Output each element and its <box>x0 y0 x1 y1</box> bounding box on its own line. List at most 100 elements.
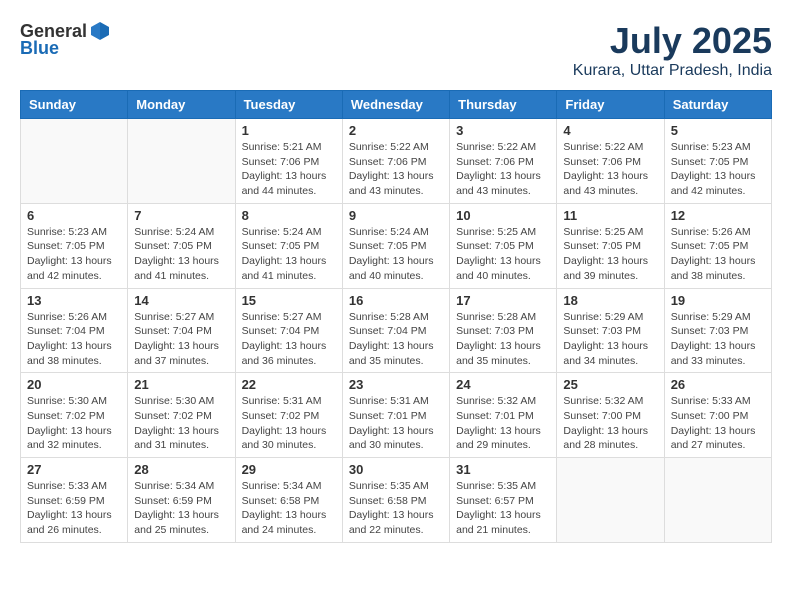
calendar-cell: 27Sunrise: 5:33 AM Sunset: 6:59 PM Dayli… <box>21 458 128 543</box>
location-title: Kurara, Uttar Pradesh, India <box>573 62 772 80</box>
calendar-cell <box>21 119 128 204</box>
calendar-cell: 9 Sunrise: 5:24 AM Sunset: 7:05 PM Daylig… <box>342 203 449 288</box>
calendar-cell: 6Sunrise: 5:23 AM Sunset: 7:05 PM Daylig… <box>21 203 128 288</box>
calendar-cell: 23 Sunrise: 5:31 AM Sunset: 7:01 PM Dayli… <box>342 373 449 458</box>
day-info: Sunrise: 5:21 AM Sunset: 7:06 PM Dayligh… <box>242 140 336 199</box>
logo-blue: Blue <box>20 38 59 59</box>
calendar-week-row: 27Sunrise: 5:33 AM Sunset: 6:59 PM Dayli… <box>21 458 772 543</box>
calendar-cell: 21Sunrise: 5:30 AM Sunset: 7:02 PM Dayli… <box>128 373 235 458</box>
calendar-cell: 30 Sunrise: 5:35 AM Sunset: 6:58 PM Dayli… <box>342 458 449 543</box>
day-info: Sunrise: 5:31 AM Sunset: 7:02 PM Dayligh… <box>242 394 336 453</box>
calendar-cell: 20 Sunrise: 5:30 AM Sunset: 7:02 PM Dayli… <box>21 373 128 458</box>
day-info: Sunrise: 5:28 AM Sunset: 7:03 PM Dayligh… <box>456 310 550 369</box>
day-info: Sunrise: 5:23 AM Sunset: 7:05 PM Dayligh… <box>27 225 121 284</box>
calendar-cell: 8 Sunrise: 5:24 AM Sunset: 7:05 PM Daylig… <box>235 203 342 288</box>
calendar-cell: 26 Sunrise: 5:33 AM Sunset: 7:00 PM Dayli… <box>664 373 771 458</box>
day-number: 31 <box>456 462 550 477</box>
day-number: 19 <box>671 293 765 308</box>
day-info: Sunrise: 5:22 AM Sunset: 7:06 PM Dayligh… <box>456 140 550 199</box>
day-info: Sunrise: 5:28 AM Sunset: 7:04 PM Dayligh… <box>349 310 443 369</box>
day-info: Sunrise: 5:24 AM Sunset: 7:05 PM Dayligh… <box>242 225 336 284</box>
calendar-cell: 22 Sunrise: 5:31 AM Sunset: 7:02 PM Dayli… <box>235 373 342 458</box>
day-number: 26 <box>671 377 765 392</box>
calendar-cell: 2 Sunrise: 5:22 AM Sunset: 7:06 PM Daylig… <box>342 119 449 204</box>
day-number: 14 <box>134 293 228 308</box>
calendar-week-row: 1Sunrise: 5:21 AM Sunset: 7:06 PM Daylig… <box>21 119 772 204</box>
day-of-week-header: Saturday <box>664 91 771 119</box>
day-info: Sunrise: 5:30 AM Sunset: 7:02 PM Dayligh… <box>27 394 121 453</box>
title-area: July 2025 Kurara, Uttar Pradesh, India <box>573 20 772 80</box>
day-number: 16 <box>349 293 443 308</box>
day-info: Sunrise: 5:22 AM Sunset: 7:06 PM Dayligh… <box>349 140 443 199</box>
day-info: Sunrise: 5:34 AM Sunset: 6:58 PM Dayligh… <box>242 479 336 538</box>
calendar-cell: 29 Sunrise: 5:34 AM Sunset: 6:58 PM Dayli… <box>235 458 342 543</box>
calendar-cell: 13 Sunrise: 5:26 AM Sunset: 7:04 PM Dayli… <box>21 288 128 373</box>
day-info: Sunrise: 5:32 AM Sunset: 7:01 PM Dayligh… <box>456 394 550 453</box>
day-info: Sunrise: 5:24 AM Sunset: 7:05 PM Dayligh… <box>349 225 443 284</box>
month-title: July 2025 <box>573 20 772 62</box>
day-number: 23 <box>349 377 443 392</box>
day-number: 22 <box>242 377 336 392</box>
calendar-cell: 24 Sunrise: 5:32 AM Sunset: 7:01 PM Dayli… <box>450 373 557 458</box>
day-number: 4 <box>563 123 657 138</box>
calendar-header-row: SundayMondayTuesdayWednesdayThursdayFrid… <box>21 91 772 119</box>
calendar-cell: 16 Sunrise: 5:28 AM Sunset: 7:04 PM Dayli… <box>342 288 449 373</box>
page-header: General Blue July 2025 Kurara, Uttar Pra… <box>20 20 772 80</box>
calendar-cell: 12Sunrise: 5:26 AM Sunset: 7:05 PM Dayli… <box>664 203 771 288</box>
calendar-cell: 28 Sunrise: 5:34 AM Sunset: 6:59 PM Dayli… <box>128 458 235 543</box>
day-of-week-header: Thursday <box>450 91 557 119</box>
day-info: Sunrise: 5:26 AM Sunset: 7:04 PM Dayligh… <box>27 310 121 369</box>
day-number: 20 <box>27 377 121 392</box>
day-number: 9 <box>349 208 443 223</box>
day-info: Sunrise: 5:27 AM Sunset: 7:04 PM Dayligh… <box>242 310 336 369</box>
day-number: 30 <box>349 462 443 477</box>
day-number: 2 <box>349 123 443 138</box>
calendar-week-row: 13 Sunrise: 5:26 AM Sunset: 7:04 PM Dayli… <box>21 288 772 373</box>
logo-flag-icon <box>89 20 111 42</box>
day-info: Sunrise: 5:24 AM Sunset: 7:05 PM Dayligh… <box>134 225 228 284</box>
day-of-week-header: Friday <box>557 91 664 119</box>
day-number: 15 <box>242 293 336 308</box>
calendar-cell: 18Sunrise: 5:29 AM Sunset: 7:03 PM Dayli… <box>557 288 664 373</box>
calendar-cell: 5 Sunrise: 5:23 AM Sunset: 7:05 PM Daylig… <box>664 119 771 204</box>
day-number: 5 <box>671 123 765 138</box>
day-number: 3 <box>456 123 550 138</box>
day-number: 11 <box>563 208 657 223</box>
day-number: 13 <box>27 293 121 308</box>
day-info: Sunrise: 5:32 AM Sunset: 7:00 PM Dayligh… <box>563 394 657 453</box>
calendar-cell: 7Sunrise: 5:24 AM Sunset: 7:05 PM Daylig… <box>128 203 235 288</box>
calendar-cell: 11 Sunrise: 5:25 AM Sunset: 7:05 PM Dayli… <box>557 203 664 288</box>
calendar-cell: 19Sunrise: 5:29 AM Sunset: 7:03 PM Dayli… <box>664 288 771 373</box>
day-info: Sunrise: 5:25 AM Sunset: 7:05 PM Dayligh… <box>456 225 550 284</box>
day-of-week-header: Wednesday <box>342 91 449 119</box>
day-info: Sunrise: 5:35 AM Sunset: 6:57 PM Dayligh… <box>456 479 550 538</box>
calendar-cell <box>128 119 235 204</box>
day-number: 12 <box>671 208 765 223</box>
day-info: Sunrise: 5:23 AM Sunset: 7:05 PM Dayligh… <box>671 140 765 199</box>
day-number: 8 <box>242 208 336 223</box>
calendar-cell <box>557 458 664 543</box>
day-info: Sunrise: 5:33 AM Sunset: 7:00 PM Dayligh… <box>671 394 765 453</box>
logo: General Blue <box>20 20 111 59</box>
calendar-table: SundayMondayTuesdayWednesdayThursdayFrid… <box>20 90 772 543</box>
calendar-cell: 14Sunrise: 5:27 AM Sunset: 7:04 PM Dayli… <box>128 288 235 373</box>
day-of-week-header: Monday <box>128 91 235 119</box>
calendar-cell <box>664 458 771 543</box>
calendar-cell: 25 Sunrise: 5:32 AM Sunset: 7:00 PM Dayli… <box>557 373 664 458</box>
calendar-week-row: 6Sunrise: 5:23 AM Sunset: 7:05 PM Daylig… <box>21 203 772 288</box>
calendar-cell: 17Sunrise: 5:28 AM Sunset: 7:03 PM Dayli… <box>450 288 557 373</box>
day-number: 28 <box>134 462 228 477</box>
day-number: 29 <box>242 462 336 477</box>
day-of-week-header: Sunday <box>21 91 128 119</box>
day-number: 21 <box>134 377 228 392</box>
day-number: 24 <box>456 377 550 392</box>
day-info: Sunrise: 5:34 AM Sunset: 6:59 PM Dayligh… <box>134 479 228 538</box>
day-number: 25 <box>563 377 657 392</box>
calendar-cell: 3 Sunrise: 5:22 AM Sunset: 7:06 PM Daylig… <box>450 119 557 204</box>
day-info: Sunrise: 5:25 AM Sunset: 7:05 PM Dayligh… <box>563 225 657 284</box>
calendar-week-row: 20 Sunrise: 5:30 AM Sunset: 7:02 PM Dayli… <box>21 373 772 458</box>
day-info: Sunrise: 5:29 AM Sunset: 7:03 PM Dayligh… <box>563 310 657 369</box>
day-info: Sunrise: 5:31 AM Sunset: 7:01 PM Dayligh… <box>349 394 443 453</box>
calendar-cell: 4Sunrise: 5:22 AM Sunset: 7:06 PM Daylig… <box>557 119 664 204</box>
day-info: Sunrise: 5:35 AM Sunset: 6:58 PM Dayligh… <box>349 479 443 538</box>
